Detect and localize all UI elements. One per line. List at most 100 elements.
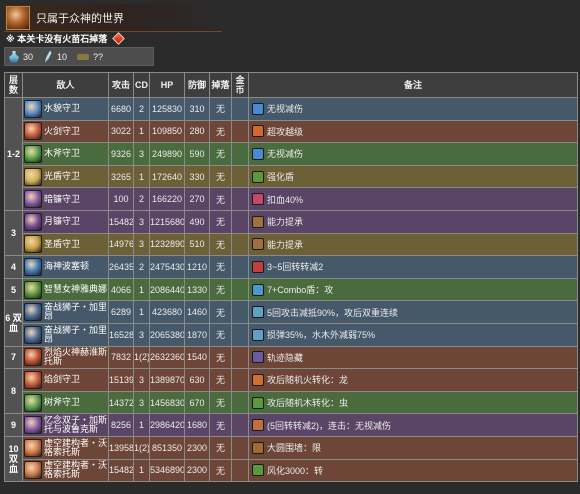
enemy-name: 暗镰守卫	[44, 193, 81, 204]
header-drop: 掉落	[209, 72, 232, 98]
cd-cell: 2	[133, 255, 150, 279]
gold-cell	[231, 187, 249, 211]
drop-cell: 无	[209, 322, 232, 347]
enemy-cell[interactable]: 虚空建构者・沃格索托斯	[22, 458, 109, 483]
enemy-cell[interactable]: 焰剑守卫	[22, 368, 109, 392]
attack-cell: 14372	[108, 390, 134, 415]
attack-cell: 13958	[108, 435, 134, 460]
table-row: 6 双血 奋战狮子・加里昂 6289 1 423680 1460 无 5回攻击减抵90%，…	[4, 300, 578, 347]
layer-cell: 10 双血	[4, 435, 23, 483]
drop-cell: 无	[209, 232, 232, 257]
cd-cell: 1	[133, 277, 150, 302]
enemy-portrait-icon	[24, 416, 42, 435]
enemy-portrait-icon	[24, 190, 42, 209]
skill-icon	[252, 170, 264, 183]
hp-cell: 2986420	[149, 413, 185, 437]
enemy-cell[interactable]: 虚空建构者・沃格索托斯	[22, 435, 109, 460]
gold-cell	[231, 300, 249, 324]
cd-cell: 1(2)	[133, 435, 150, 460]
remark-cell: 7+Combo盾：攻	[248, 277, 578, 302]
attack-cell: 4066	[108, 277, 134, 302]
gold-cell	[231, 142, 249, 166]
remark-cell: 损弹35%，水木外减弱75%	[248, 322, 578, 347]
gold-cell	[231, 209, 249, 234]
enemy-cell[interactable]: 海神波塞顿	[22, 255, 109, 279]
gold-cell	[231, 164, 249, 189]
enemy-cell[interactable]: 奋战狮子・加里昂	[22, 322, 109, 347]
table-row: 树斧守卫 14372 3 1456830 670 无 攻后随机木转化：虫	[5, 390, 578, 415]
drop-cell: 无	[209, 187, 232, 211]
enemy-cell[interactable]: 水貌守卫	[22, 97, 109, 121]
resource-bar: 30 10 ??	[4, 47, 154, 66]
defense-cell: 2300	[184, 458, 210, 483]
layer-cell: 5	[4, 277, 23, 302]
header-cd: CD	[133, 72, 150, 98]
drop-cell: 无	[209, 119, 232, 144]
table-row: 虚空建构者・沃格索托斯 15482 1 5346890 2300 无 风化3000：转	[5, 458, 578, 483]
skill-icon	[252, 215, 264, 228]
enemy-name: 木斧守卫	[44, 148, 81, 159]
hp-cell: 1215680	[149, 209, 185, 234]
remark-cell: 轨迹隐藏	[248, 345, 578, 370]
skill-icon	[252, 238, 264, 251]
gold-cell	[231, 119, 249, 144]
enemy-cell[interactable]: 智慧女神雅典娜	[22, 277, 109, 302]
skill-icon	[252, 441, 264, 454]
enemy-cell[interactable]: 忆念双子・加斯托与波鲁克斯	[22, 413, 109, 437]
cd-cell: 1	[133, 119, 150, 144]
enemy-portrait-icon	[24, 280, 42, 299]
enemy-name: 忆念双子・加斯托与波鲁克斯	[44, 415, 108, 435]
table-row: 9 忆念双子・加斯托与波鲁克斯 8256 1 2986420 1680 无 (5回转转减2…	[4, 413, 578, 437]
hp-cell: 5346890	[149, 458, 185, 483]
drop-note-text: ※ 本关卡没有火苗石掉落	[6, 33, 108, 44]
hp-cell: 1456830	[149, 390, 185, 415]
enemy-portrait-icon	[24, 325, 42, 344]
drop-cell: 无	[209, 164, 232, 189]
drop-cell: 无	[209, 277, 232, 302]
enemy-cell[interactable]: 月镰守卫	[22, 209, 109, 234]
table-row: 3 月镰守卫 15482 3 1215680 490 无 能力提承	[4, 209, 578, 257]
enemy-portrait-icon	[24, 348, 42, 367]
drop-cell: 无	[209, 142, 232, 166]
enemy-cell[interactable]: 木斧守卫	[22, 142, 109, 166]
enemy-name: 烈焰火神赫淮斯托斯	[44, 347, 108, 367]
enemy-cell[interactable]: 树斧守卫	[22, 390, 109, 415]
enemy-portrait-icon	[24, 438, 42, 457]
drop-cell: 无	[209, 97, 232, 121]
enemy-portrait-icon	[24, 122, 42, 141]
hp-cell: 2475430	[149, 255, 185, 279]
attack-cell: 26435	[108, 255, 134, 279]
hp-cell: 109850	[149, 119, 185, 144]
enemy-name: 焰剑守卫	[44, 374, 81, 385]
remark-text: 能力提承	[267, 217, 304, 228]
table-row: 4 海神波塞顿 26435 2 2475430 1210 无 3~5回转转减2	[4, 255, 578, 279]
fire-stone-icon	[112, 31, 126, 45]
enemy-cell[interactable]: 光盾守卫	[22, 164, 109, 189]
skill-icon	[252, 396, 264, 409]
remark-text: 能力提承	[267, 239, 304, 250]
remark-cell: 无视减伤	[248, 97, 578, 121]
enemy-cell[interactable]: 圣盾守卫	[22, 232, 109, 257]
attack-cell: 6289	[108, 300, 134, 324]
header-attack: 攻击	[108, 72, 134, 98]
hp-cell: 1232890	[149, 232, 185, 257]
defense-cell: 1680	[184, 413, 210, 437]
enemy-cell[interactable]: 烈焰火神赫淮斯托斯	[22, 345, 109, 370]
enemy-cell[interactable]: 暗镰守卫	[22, 187, 109, 211]
enemy-cell[interactable]: 火剑守卫	[22, 119, 109, 144]
remark-cell: 扣血40%	[248, 187, 578, 211]
layer-cell: 1-2	[4, 97, 23, 211]
enemy-name: 智慧女神雅典娜	[44, 284, 108, 295]
gold-cell	[231, 322, 249, 347]
enemy-portrait-icon	[24, 257, 42, 276]
defense-cell: 670	[184, 390, 210, 415]
hp-cell: 851350	[149, 435, 185, 460]
attack-cell: 15482	[108, 209, 134, 234]
hp-cell: 166220	[149, 187, 185, 211]
remark-cell: 风化3000：转	[248, 458, 578, 483]
attack-cell: 7832	[108, 345, 134, 370]
remark-text: 5回攻击减抵90%，攻后双重连续	[267, 307, 399, 318]
remark-cell: (5回转转减2)，连击：无视减伤	[248, 413, 578, 437]
enemy-cell[interactable]: 奋战狮子・加里昂	[22, 300, 109, 324]
gold-cell	[231, 97, 249, 121]
